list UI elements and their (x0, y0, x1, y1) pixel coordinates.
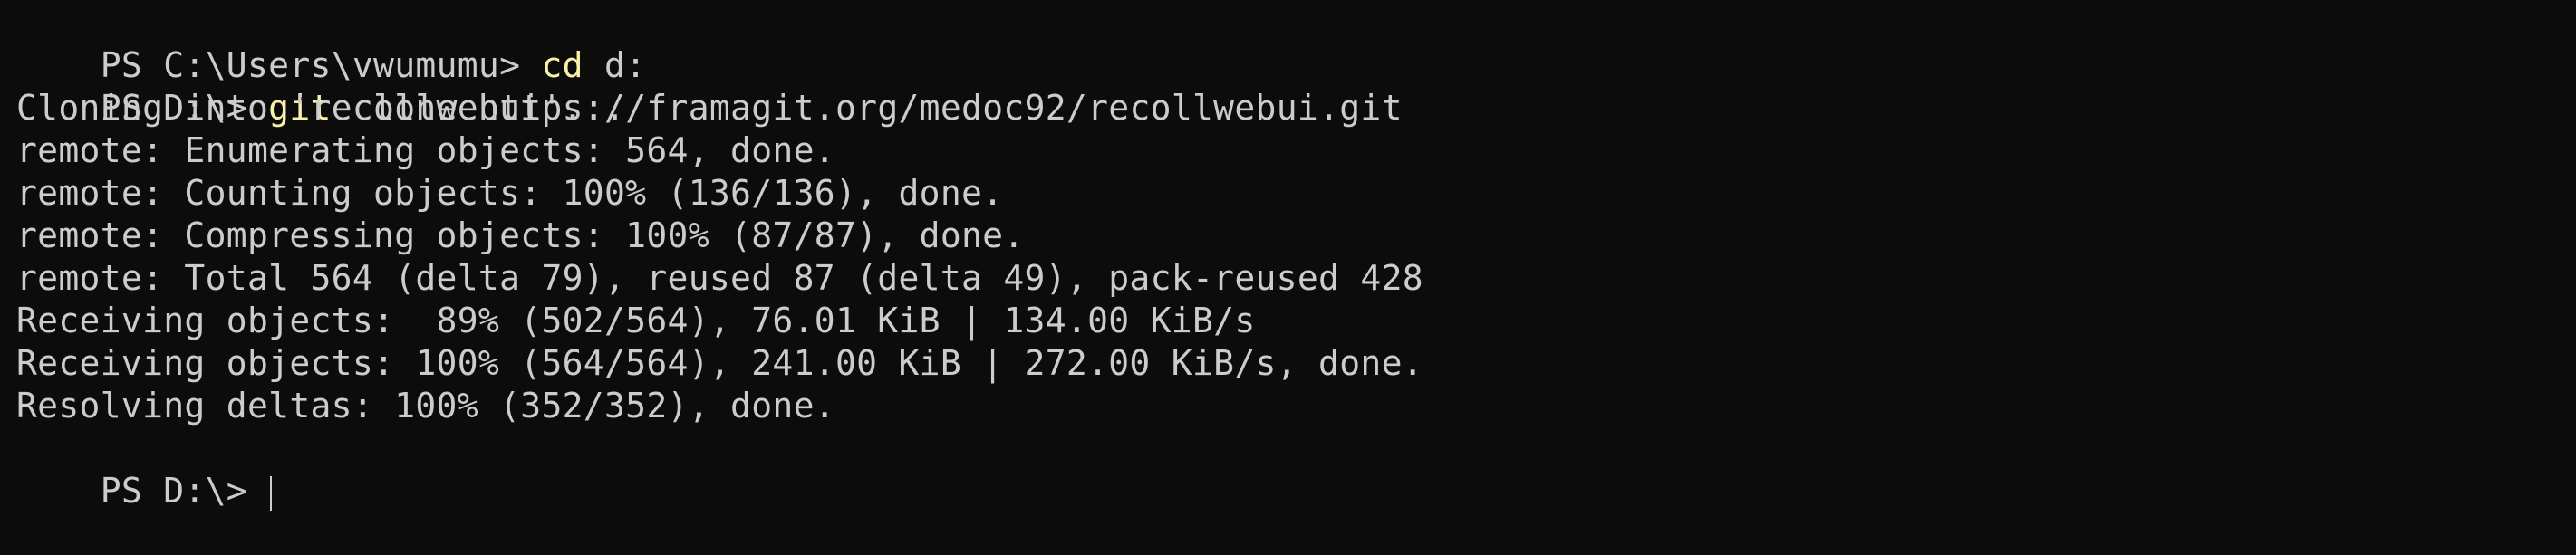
output-line: remote: Enumerating objects: 564, done. (16, 130, 835, 170)
output-line: remote: Compressing objects: 100% (87/87… (16, 215, 1025, 255)
command-args: d: (583, 45, 647, 85)
command-keyword: cd (541, 45, 584, 85)
output-line: remote: Total 564 (delta 79), reused 87 … (16, 258, 1423, 298)
output-line: remote: Counting objects: 100% (136/136)… (16, 173, 1004, 213)
terminal-window[interactable]: PS C:\Users\vwumumu> cd d: PS D:\> git c… (0, 0, 2576, 511)
prompt: PS C:\Users\vwumumu> (100, 45, 542, 85)
output-line: Resolving deltas: 100% (352/352), done. (16, 386, 835, 426)
output-line: Receiving objects: 100% (564/564), 241.0… (16, 343, 1423, 383)
output-line: Receiving objects: 89% (502/564), 76.01 … (16, 301, 1256, 340)
current-prompt-line[interactable]: PS D:\> (16, 427, 2576, 511)
prompt-line: PS C:\Users\vwumumu> cd d: (16, 2, 2576, 85)
prompt: PS D:\> (100, 471, 269, 511)
